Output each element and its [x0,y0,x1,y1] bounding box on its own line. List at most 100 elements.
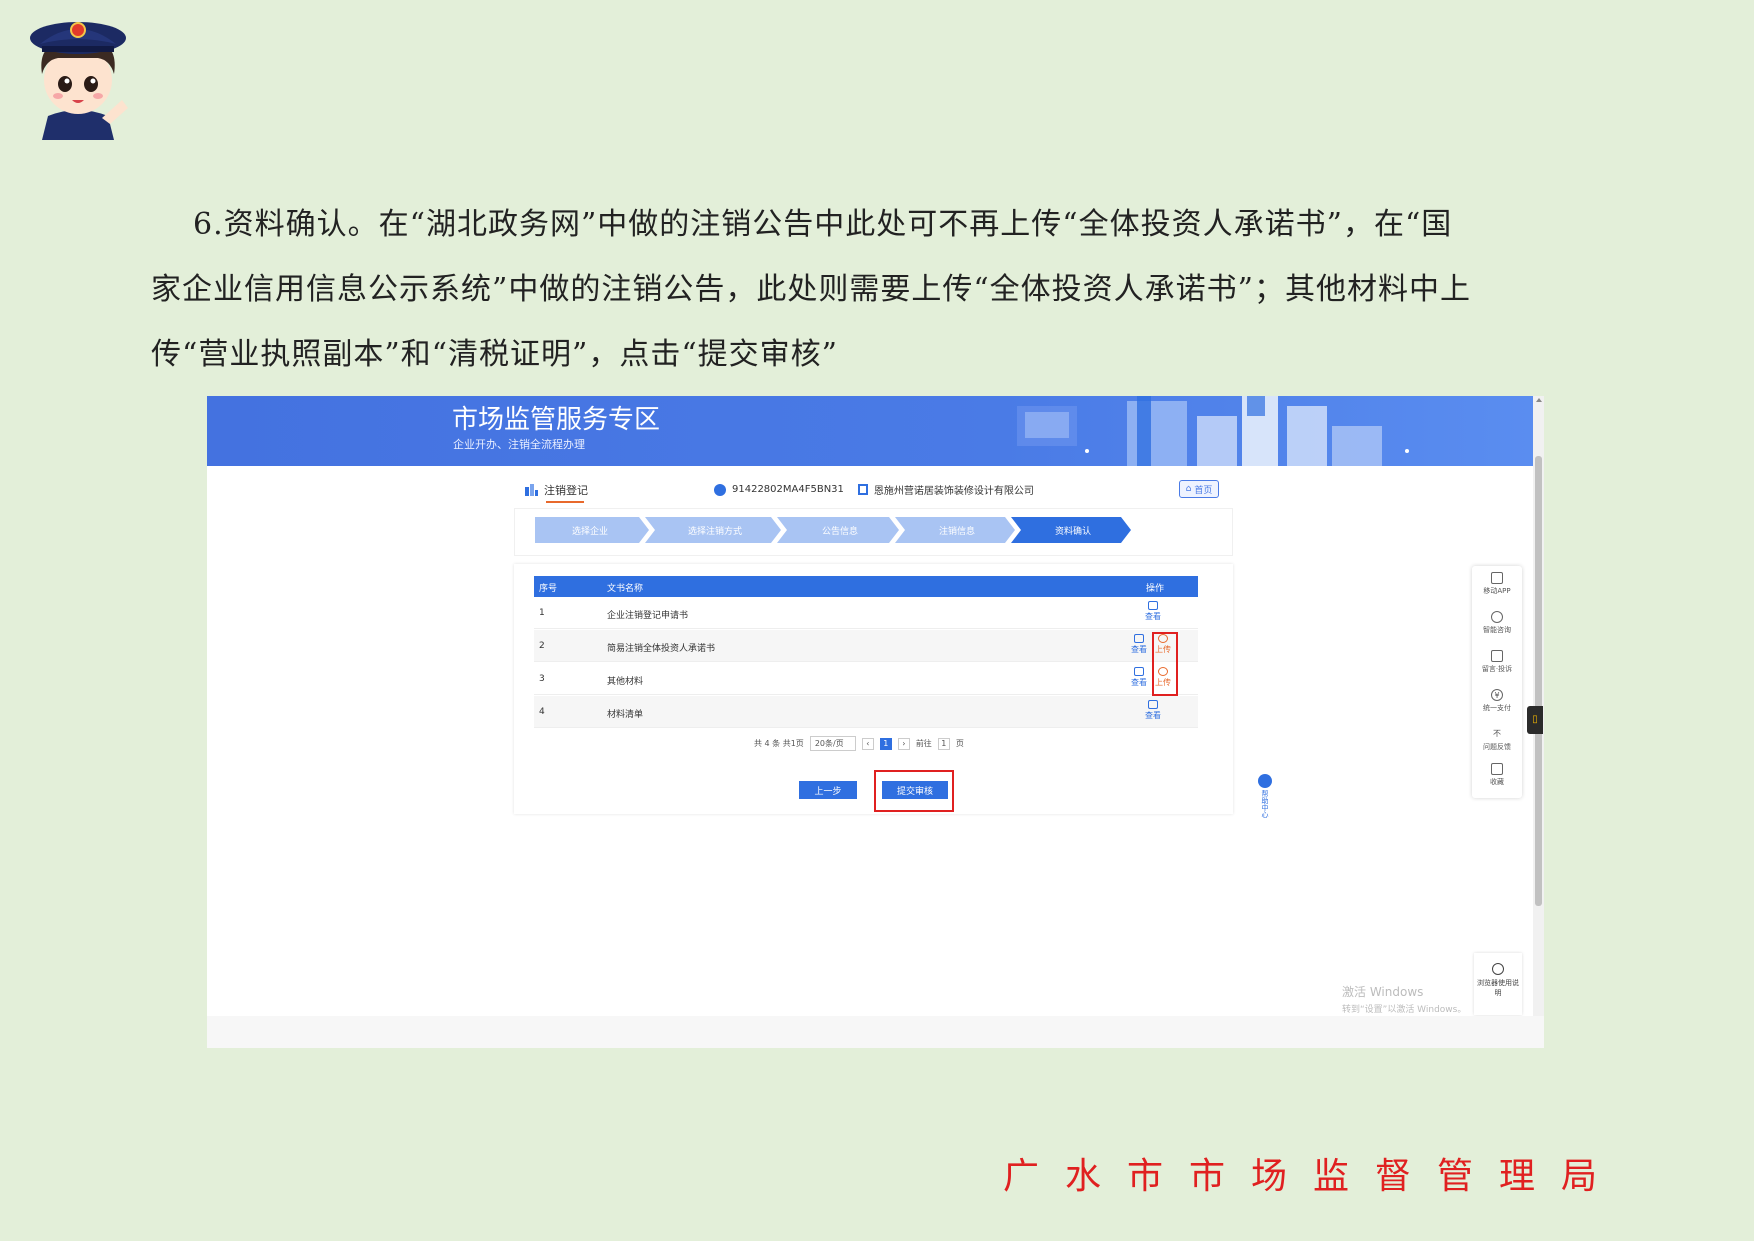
side-item-complaint[interactable]: 留言·投诉 [1472,646,1522,685]
banner-subtitle: 企业开办、注销全流程办理 [453,438,585,451]
home-label: 首页 [1194,485,1213,496]
site-banner: 市场监管服务专区 企业开办、注销全流程办理 [207,396,1533,466]
view-icon [1134,667,1144,676]
row-no: 3 [539,674,545,684]
side-item-label: 移动APP [1483,587,1511,595]
step-cancel-method: 选择注销方式 [687,526,742,537]
row-name: 其他材料 [607,677,644,687]
previous-step-button[interactable]: 上一步 [799,781,857,799]
side-toolbar: 移动APP 智能咨询 留言·投诉 ¥ 统一支付 不 问题反馈 收藏 [1472,566,1522,798]
row-name: 简易注销全体投资人承诺书 [607,644,716,654]
step-progress: 选择企业 选择注销方式 公告信息 注销信息 资料确认 [514,508,1233,556]
page-size-select[interactable]: 20条/页 [809,736,856,751]
side-item-consult[interactable]: 智能咨询 [1472,607,1522,646]
table-row: 4 材料清单 查看 [534,696,1198,728]
scroll-thumb[interactable] [1535,456,1542,906]
view-button[interactable]: 查看 [1130,634,1148,655]
upload-highlight-box [1152,632,1178,696]
table-row: 1 企业注销登记申请书 查看 [534,597,1198,629]
goto-page-input[interactable]: 1 [937,737,950,750]
message-icon [1491,650,1503,662]
pagination: 共 4 条 共1页 20条/页 ‹ 1 › 前往 1 页 [754,736,964,751]
building-chart-icon [525,484,538,496]
table-header: 序号 文书名称 操作 [534,576,1198,597]
table-row: 3 其他材料 查看 上传 [534,663,1198,695]
company-name: 恩施州营诺居装饰装修设计有限公司 [873,486,1034,497]
credit-code-icon [714,483,726,496]
section-title-underline [546,501,584,503]
view-label: 查看 [1145,612,1161,621]
home-icon: ⌂ [1185,484,1192,494]
home-button[interactable]: ⌂ 首页 [1179,480,1219,498]
help-center-link[interactable]: 帮助中心 [1257,774,1273,834]
view-label: 查看 [1131,678,1147,687]
instruction-paragraph: 6.资料确认。在“湖北政务网”中做的注销公告中此处可不再上传“全体投资人承诺书”… [151,192,1611,387]
headset-icon [1491,611,1503,623]
row-no: 4 [539,707,545,717]
side-item-label: 统一支付 [1483,704,1511,712]
side-item-label: 留言·投诉 [1481,665,1513,673]
windows-activation-watermark: 激活 Windows 转到“设置”以激活 Windows。 [1342,983,1466,1015]
step-material-confirm: 资料确认 [1054,526,1091,537]
yuan-icon: ¥ [1491,689,1503,701]
view-button[interactable]: 查看 [1130,667,1148,688]
clock-icon [1258,774,1272,788]
screenshot-bottom-strip [207,1016,1544,1048]
step-announcement: 公告信息 [821,526,858,537]
embedded-screenshot: 市场监管服务专区 企业开办、注销全流程办理 注销登记 91422802MA4F5… [207,396,1544,1048]
step-cancel-info: 注销信息 [938,526,975,537]
bookmark-icon [1491,763,1503,775]
view-label: 查看 [1131,645,1147,654]
footer-agency-name: 广水市市场监督管理局 [1003,1156,1624,1197]
info-bar: 注销登记 91422802MA4F5BN31 恩施州营诺居装饰装修设计有限公司 … [514,471,1233,509]
section-title: 注销登记 [544,484,588,497]
paragraph-line-2: 家企业信用信息公示系统”中做的注销公告，此处则需要上传“全体投资人承诺书”；其他… [151,272,1472,307]
side-item-favorite[interactable]: 收藏 [1472,759,1522,798]
watermark-line-2: 转到“设置”以激活 Windows。 [1342,1005,1467,1015]
credit-code: 91422802MA4F5BN31 [732,484,844,495]
view-icon [1148,700,1158,709]
side-item-label: 收藏 [1490,778,1504,786]
prev-page-icon[interactable]: ‹ [861,737,874,750]
table-row: 2 简易注销全体投资人承诺书 查看 上传 [534,630,1198,662]
row-no: 2 [539,641,545,651]
view-icon [1134,634,1144,643]
step-select-company: 选择企业 [571,526,608,537]
browser-guide-button[interactable]: 浏览器使用说明 [1474,953,1522,1015]
submit-highlight-box [874,770,954,812]
side-item-label: 智能咨询 [1483,626,1511,634]
side-item-mobile-app[interactable]: 移动APP [1472,568,1522,607]
side-item-feedback[interactable]: 不 问题反馈 [1472,724,1522,763]
mobile-icon [1491,572,1503,584]
view-button[interactable]: 查看 [1144,601,1162,622]
banner-title: 市场监管服务专区 [452,405,661,435]
company-icon [857,484,868,495]
browser-icon [1492,963,1504,975]
row-name: 材料清单 [607,710,644,720]
view-icon [1148,601,1158,610]
view-button[interactable]: 查看 [1144,700,1162,721]
next-page-icon[interactable]: › [897,737,910,750]
side-item-payment[interactable]: ¥ 统一支付 [1472,685,1522,724]
city-illustration [987,396,1457,466]
header-no: 序号 [539,584,558,594]
row-name: 企业注销登记申请书 [607,611,689,621]
paragraph-line-1: 6.资料确认。在“湖北政务网”中做的注销公告中此处可不再上传“全体投资人承诺书”… [193,207,1453,242]
pager-total: 共 4 条 共1页 [754,739,804,748]
documents-card: 序号 文书名称 操作 1 企业注销登记申请书 查看 2 简易注销全体投资人承诺书… [514,564,1233,814]
row-no: 1 [539,608,545,618]
feedback-icon: 不 [1493,729,1501,738]
header-name: 文书名称 [607,584,644,594]
page-suffix: 页 [955,739,964,748]
page-number-current[interactable]: 1 [879,737,892,750]
paragraph-line-3: 传“营业执照副本”和“清税证明”，点击“提交审核” [151,337,839,372]
side-item-label: 问题反馈 [1483,743,1511,751]
sticky-note-icon[interactable]: ▯ [1527,706,1543,734]
header-ops: 操作 [1146,584,1165,594]
inspector-mascot [18,8,138,140]
view-label: 查看 [1145,711,1161,720]
goto-label: 前往 [915,739,932,748]
browser-guide-label: 浏览器使用说明 [1477,979,1519,997]
scroll-up-icon[interactable] [1536,398,1542,402]
watermark-line-1: 激活 Windows [1342,985,1424,999]
